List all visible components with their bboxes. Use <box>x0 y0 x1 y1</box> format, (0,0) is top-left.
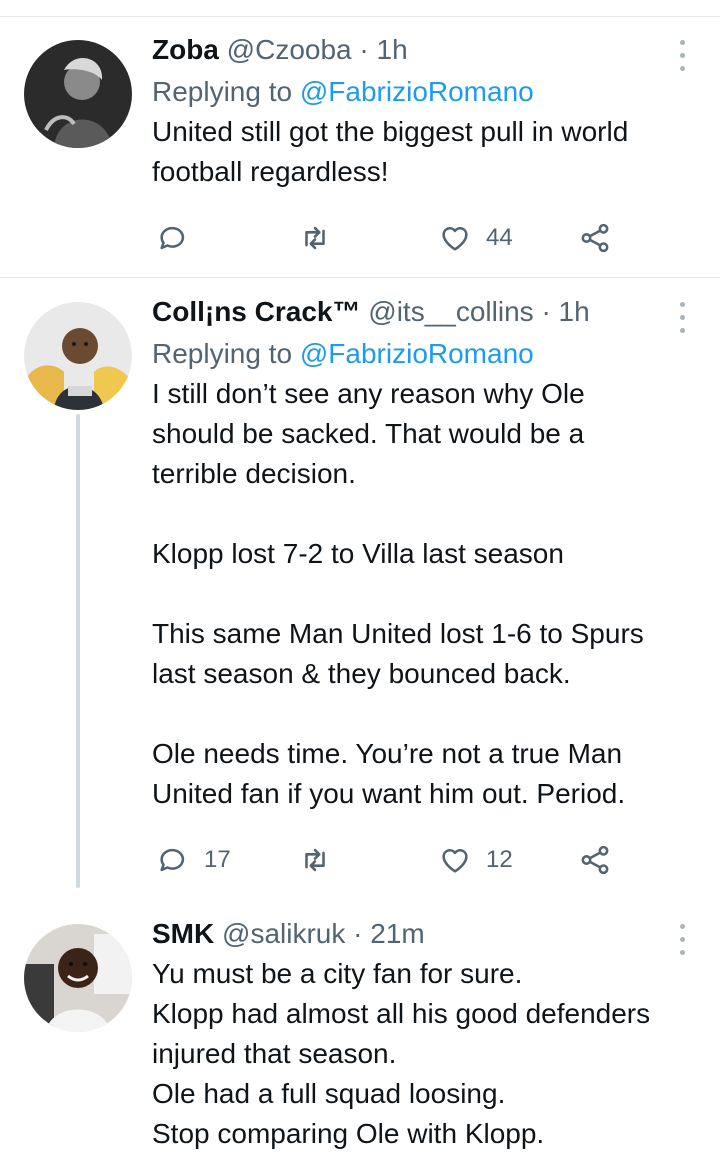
tweet-header: Coll¡ns Crack™ @its__collins · 1h <box>152 294 692 330</box>
share-icon <box>581 223 609 253</box>
display-name[interactable]: SMK <box>152 918 214 949</box>
avatar[interactable] <box>24 302 132 410</box>
tweet-header: SMK @salikruk · 21m <box>152 916 692 952</box>
heart-icon <box>442 227 468 251</box>
avatar-image <box>24 302 132 410</box>
replying-to: Replying to @FabrizioRomano <box>152 74 692 110</box>
share-icon <box>581 845 609 875</box>
tweet-text-line: Yu must be a city fan for sure. <box>152 958 523 989</box>
replying-prefix: Replying to <box>152 338 293 369</box>
comment-icon <box>160 848 185 872</box>
avatar[interactable] <box>24 40 132 148</box>
tweet-text-line: This same Man United lost 1-6 to Spurs <box>152 618 644 649</box>
tweet-text-line <box>152 574 692 614</box>
retweet-button[interactable] <box>298 218 346 258</box>
replying-prefix: Replying to <box>152 76 293 107</box>
more-vertical-icon[interactable] <box>672 36 692 76</box>
heart-icon <box>442 849 468 873</box>
display-name[interactable]: Zoba <box>152 34 219 65</box>
tweet-text-line: Ole needs time. You’re not a true Man <box>152 738 623 769</box>
timestamp[interactable]: · 1h <box>359 34 407 65</box>
mention-link[interactable]: @FabrizioRomano <box>300 338 534 369</box>
handle[interactable]: @Czooba <box>227 34 352 65</box>
tweet-text-line: I still don’t see any reason why Ole <box>152 378 585 409</box>
tweet-text: I still don’t see any reason why Ole sho… <box>152 374 692 814</box>
like-button[interactable]: 12 <box>438 840 513 880</box>
tweet-text-line: Klopp had almost all his good defenders <box>152 998 651 1029</box>
like-button[interactable]: 44 <box>438 218 513 258</box>
comment-icon <box>160 226 185 250</box>
retweet-icon <box>305 848 325 872</box>
handle[interactable]: @salikruk <box>222 918 345 949</box>
reply-count: 17 <box>204 846 231 873</box>
reply-button[interactable] <box>156 218 204 258</box>
tweet-text-line: United still got the biggest pull in wor… <box>152 116 629 147</box>
replying-to: Replying to @FabrizioRomano <box>152 336 692 372</box>
tweet-text: United still got the biggest pull in wor… <box>152 112 692 192</box>
timestamp[interactable]: · 21m <box>353 918 425 949</box>
avatar[interactable] <box>24 924 132 1032</box>
tweet-divider <box>0 277 720 278</box>
avatar-image <box>24 924 132 1032</box>
tweet-header: Zoba @Czooba · 1h <box>152 32 692 68</box>
tweet-text-line: football regardless! <box>152 156 389 187</box>
tweet-text-line: injured that season. <box>152 1038 397 1069</box>
top-divider <box>0 16 720 17</box>
tweet-text-line: United fan if you want him out. Period. <box>152 778 626 809</box>
display-name[interactable]: Coll¡ns Crack™ <box>152 296 361 327</box>
tweet-text: Yu must be a city fan for sure. Klopp ha… <box>152 954 692 1154</box>
tweet-text-line: Ole had a full squad loosing. <box>152 1078 506 1109</box>
share-button[interactable] <box>578 840 612 880</box>
timestamp[interactable]: · 1h <box>541 296 589 327</box>
thread-line <box>76 414 80 888</box>
more-vertical-icon[interactable] <box>672 920 692 960</box>
share-button[interactable] <box>578 218 612 258</box>
mention-link[interactable]: @FabrizioRomano <box>300 76 534 107</box>
tweet-text-line: terrible decision. <box>152 458 356 489</box>
reply-button[interactable]: 17 <box>156 840 231 880</box>
tweet-text-line: last season & they bounced back. <box>152 658 571 689</box>
tweet-text-line: Stop comparing Ole with Klopp. <box>152 1118 545 1149</box>
more-vertical-icon[interactable] <box>672 298 692 338</box>
handle[interactable]: @its__collins <box>368 296 533 327</box>
retweet-button[interactable] <box>298 840 346 880</box>
like-count: 44 <box>486 224 513 251</box>
tweet-text-line: should be sacked. That would be a <box>152 418 585 449</box>
tweet-text-line: Klopp lost 7-2 to Villa last season <box>152 538 564 569</box>
tweet-actions: 17 12 <box>152 840 692 880</box>
retweet-icon <box>305 226 325 250</box>
tweet-text-line <box>152 494 692 534</box>
avatar-image <box>24 40 132 148</box>
like-count: 12 <box>486 846 513 873</box>
tweet-text-line <box>152 694 692 734</box>
tweet-actions: 44 <box>152 218 692 258</box>
